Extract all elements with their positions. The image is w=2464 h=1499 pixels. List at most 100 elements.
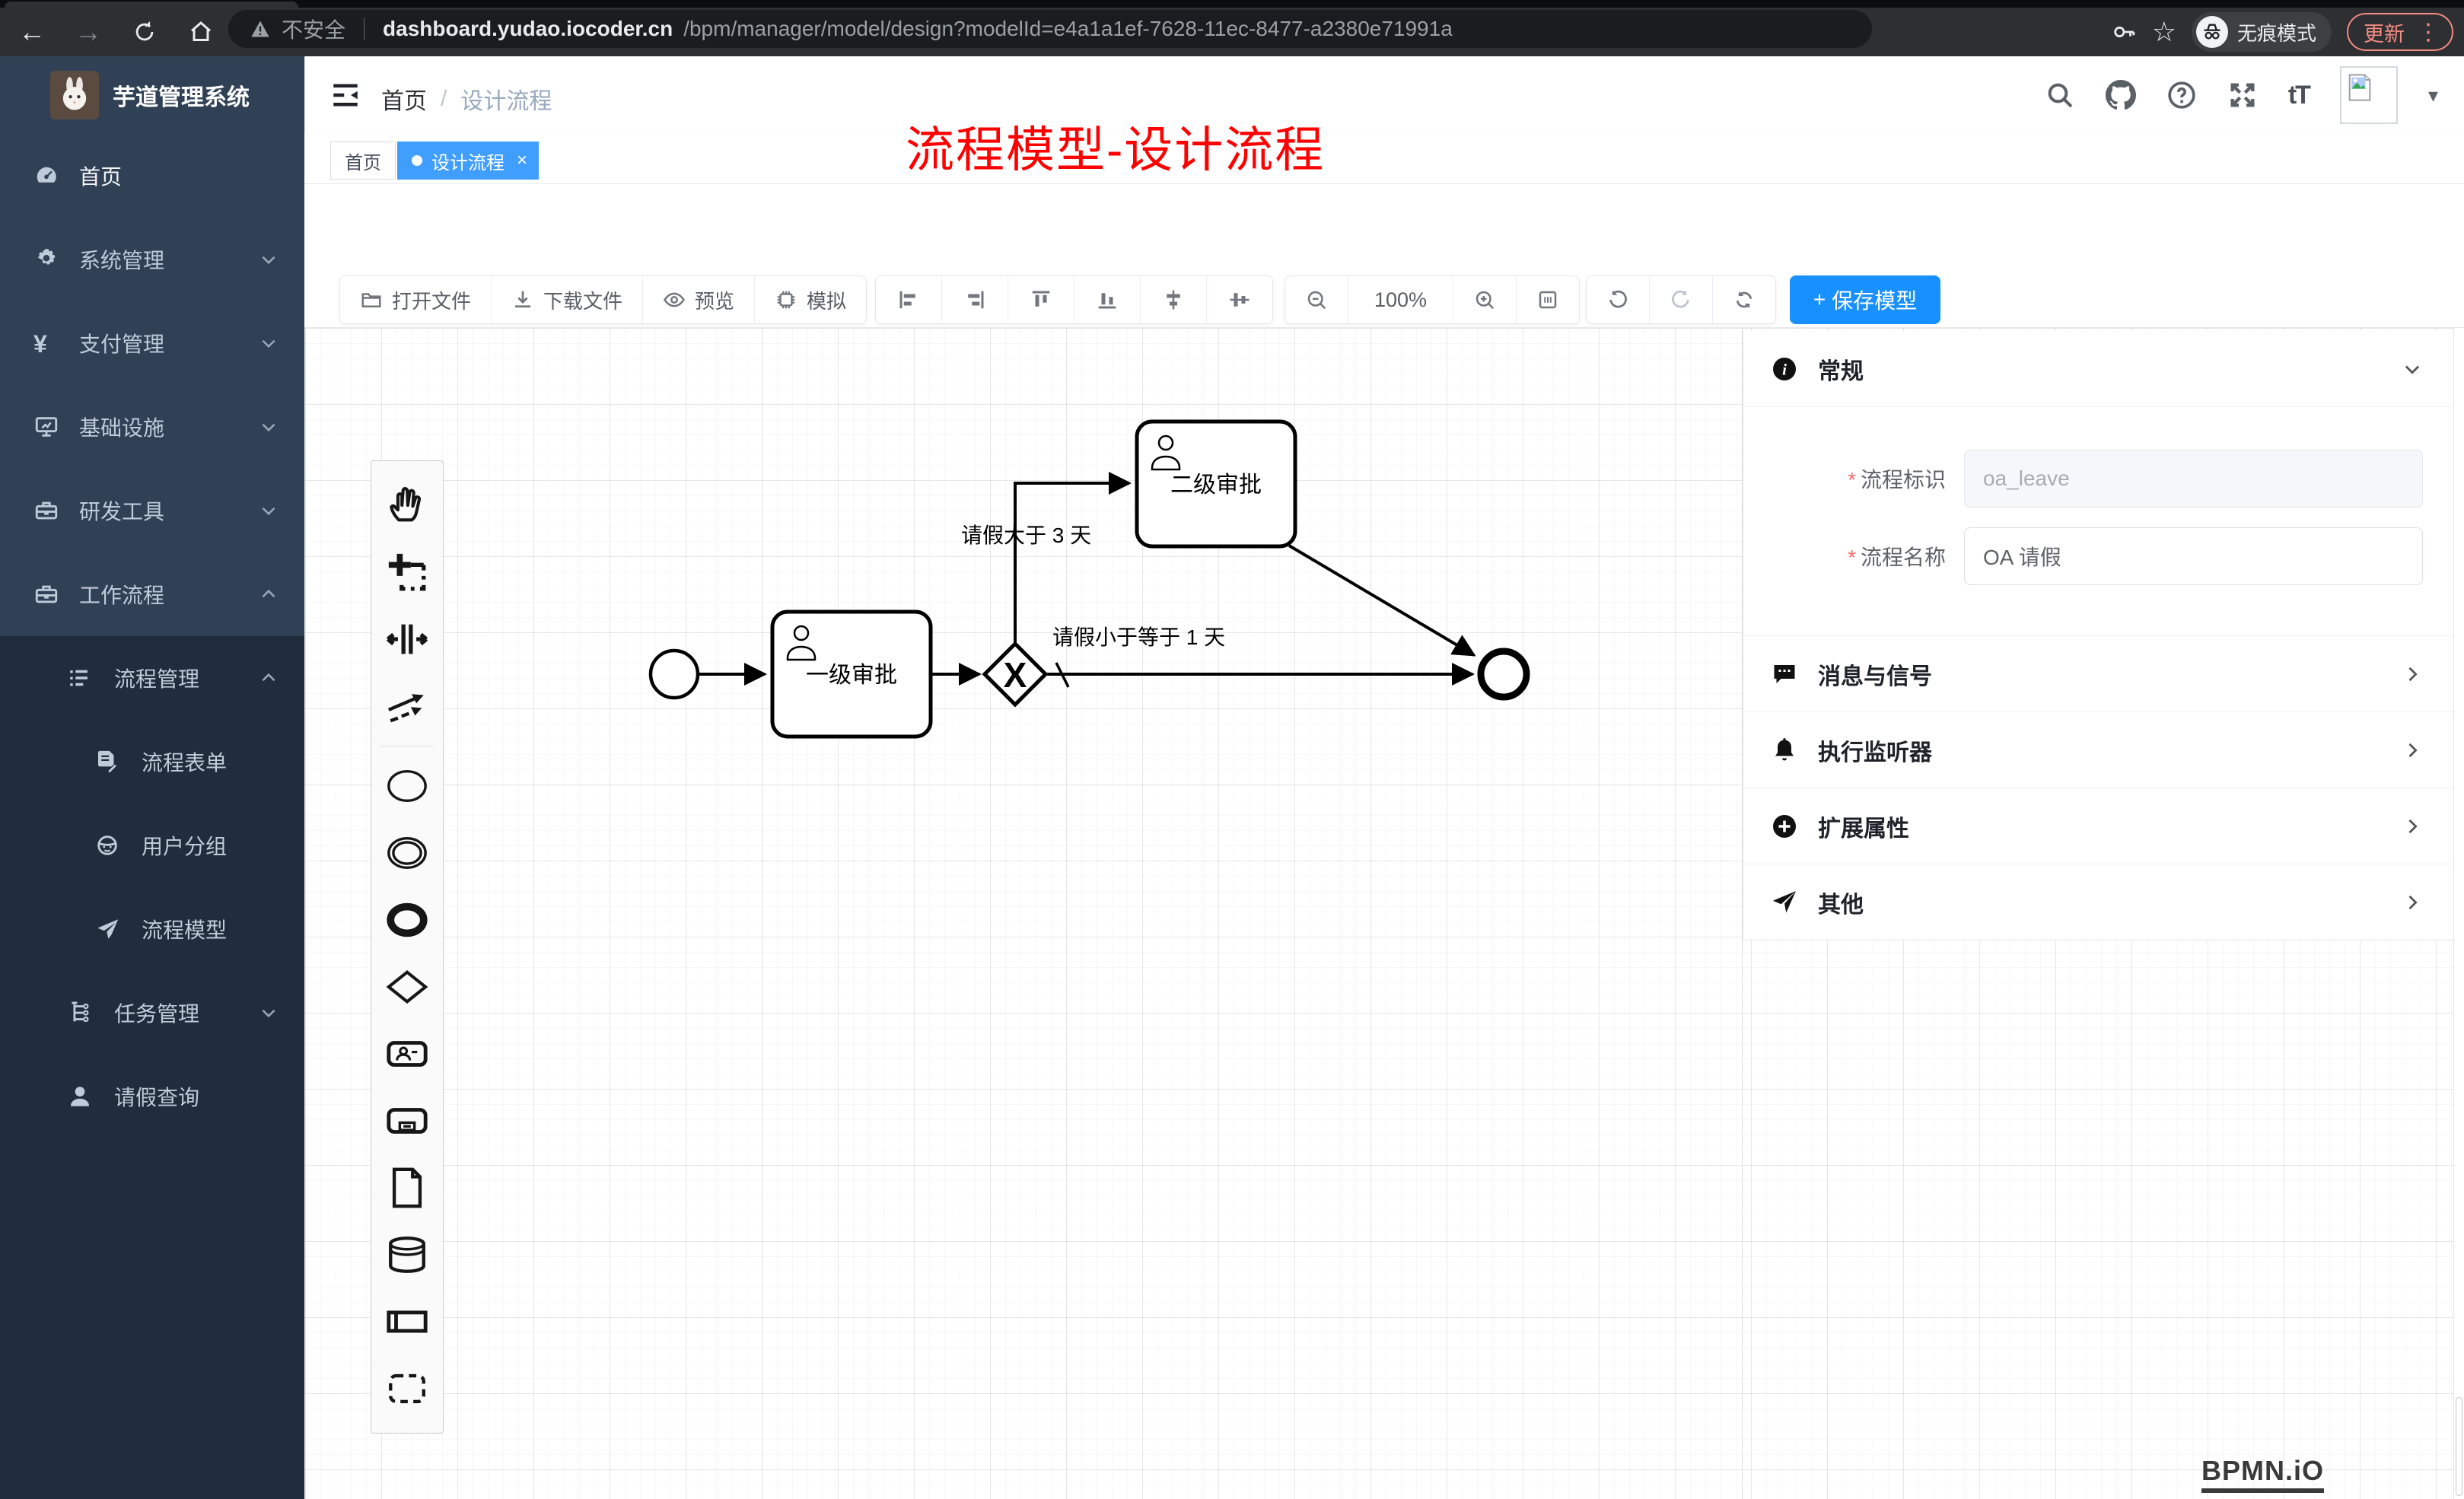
flow-label-le1[interactable]: 请假小于等于 1 天	[1052, 625, 1225, 649]
caret-down-icon[interactable]: ▾	[2428, 84, 2438, 107]
browser-tab[interactable]	[5, 2, 298, 8]
zoom-level[interactable]: 100%	[1348, 276, 1453, 323]
bpmn-canvas[interactable]: 一级审批 X 二级审批 请假大于 3 天 请假小于等于 1 天	[304, 327, 2464, 1499]
password-key-icon[interactable]	[2111, 19, 2137, 45]
gear-icon	[33, 247, 59, 272]
create-group[interactable]	[371, 1355, 443, 1422]
avatar[interactable]	[2340, 66, 2398, 124]
end-event[interactable]	[1481, 651, 1526, 697]
create-participant[interactable]	[371, 1288, 443, 1355]
create-start-event[interactable]	[371, 753, 443, 820]
flow-gateway-to-task2[interactable]	[1015, 483, 1129, 642]
back-icon[interactable]: ←	[14, 14, 50, 50]
breadcrumb-home[interactable]: 首页	[381, 82, 427, 116]
global-connect-tool[interactable]	[371, 673, 443, 740]
start-event[interactable]	[651, 651, 698, 698]
align-top-button[interactable]	[1008, 276, 1074, 323]
section-message-signal[interactable]: 消息与信号	[1743, 636, 2453, 712]
sidebar-item-task-management[interactable]: 任务管理	[0, 971, 304, 1055]
align-horizontal-center-button[interactable]	[1207, 276, 1272, 323]
font-size-icon[interactable]: tT	[2288, 81, 2310, 110]
properties-panel: 常规 *流程标识 *流程名称 消息与信号 执行监听器	[1743, 331, 2453, 940]
section-other[interactable]: 其他	[1743, 864, 2453, 940]
section-execution-listener[interactable]: 执行监听器	[1743, 712, 2453, 788]
open-file-button[interactable]: 打开文件	[340, 276, 492, 323]
scrollbar-thumb[interactable]	[2456, 1397, 2462, 1496]
task-second-approval[interactable]: 二级审批	[1137, 422, 1295, 546]
send-icon	[1771, 889, 1798, 916]
chevron-up-icon	[259, 668, 279, 688]
sidebar-item-leave-query[interactable]: 请假查询	[0, 1055, 304, 1138]
zoom-in-button[interactable]	[1453, 276, 1517, 323]
preview-button[interactable]: 预览	[643, 276, 755, 323]
list-icon	[67, 665, 93, 691]
create-end-event[interactable]	[371, 886, 443, 953]
fullscreen-icon[interactable]	[2227, 80, 2258, 110]
create-data-object[interactable]	[371, 1154, 443, 1221]
align-right-button[interactable]	[942, 276, 1008, 323]
close-icon[interactable]: ×	[517, 150, 527, 171]
process-key-label: *流程标识	[1743, 463, 1964, 494]
search-icon[interactable]	[2045, 80, 2075, 110]
undo-icon	[1606, 288, 1629, 311]
process-name-input[interactable]	[1964, 527, 2423, 585]
canvas-scrollbar[interactable]	[2453, 328, 2464, 1499]
create-data-store[interactable]	[371, 1221, 443, 1288]
incognito-badge: 无痕模式	[2192, 12, 2332, 52]
process-key-input[interactable]	[1964, 450, 2423, 508]
task-first-approval[interactable]: 一级审批	[772, 612, 931, 737]
sidebar-item-home[interactable]: 首页	[0, 134, 304, 218]
chip-icon	[775, 288, 797, 311]
create-subprocess[interactable]	[371, 1087, 443, 1154]
flow-label-gt3[interactable]: 请假大于 3 天	[961, 524, 1091, 547]
lasso-tool[interactable]	[371, 539, 443, 606]
bpmn-io-logo[interactable]: BPMN.iO	[2201, 1455, 2324, 1493]
github-icon[interactable]	[2106, 80, 2136, 110]
download-file-button[interactable]: 下载文件	[492, 276, 643, 323]
section-extended-attributes[interactable]: 扩展属性	[1743, 788, 2453, 864]
sidebar-item-payment[interactable]: ¥ 支付管理	[0, 301, 304, 385]
url-bar[interactable]: 不安全 dashboard.yudao.iocoder.cn/bpm/manag…	[228, 10, 1872, 48]
zoom-out-button[interactable]	[1285, 276, 1348, 323]
browser-update-button[interactable]: 更新 ⋮	[2347, 13, 2453, 51]
sidebar-item-dev-tools[interactable]: 研发工具	[0, 469, 304, 552]
help-icon[interactable]	[2166, 80, 2197, 110]
sidebar-fold-icon[interactable]	[329, 79, 361, 111]
zoom-reset-button[interactable]	[1517, 276, 1579, 323]
sidebar-item-process-management[interactable]: 流程管理	[0, 636, 304, 720]
undo-button[interactable]	[1587, 276, 1650, 323]
sidebar-item-process-form[interactable]: 流程表单	[0, 720, 304, 804]
create-user-task[interactable]	[371, 1020, 443, 1087]
sidebar-item-user-group[interactable]: 用户分组	[0, 804, 304, 887]
sidebar-item-infrastructure[interactable]: 基础设施	[0, 385, 304, 469]
section-general[interactable]: 常规	[1743, 331, 2453, 407]
create-intermediate-event[interactable]	[371, 820, 443, 886]
exclusive-gateway[interactable]: X	[985, 644, 1046, 705]
align-vertical-center-button[interactable]	[1141, 276, 1207, 323]
sidebar-item-workflow[interactable]: 工作流程	[0, 552, 304, 636]
app-logo-row[interactable]: 芋道管理系统	[0, 56, 304, 134]
tab-design-process[interactable]: 设计流程 ×	[397, 142, 539, 180]
create-gateway[interactable]	[371, 953, 443, 1020]
sidebar-item-process-model[interactable]: 流程模型	[0, 887, 304, 971]
redo-button[interactable]	[1650, 276, 1713, 323]
simulate-button[interactable]: 模拟	[755, 276, 866, 323]
align-left-button[interactable]	[876, 276, 942, 323]
forward-icon[interactable]: →	[70, 14, 107, 50]
restart-button[interactable]	[1713, 276, 1775, 323]
save-model-button[interactable]: + 保存模型	[1790, 275, 1940, 324]
url-divider	[364, 18, 365, 40]
reload-icon[interactable]	[126, 14, 163, 50]
space-tool[interactable]	[371, 606, 443, 673]
sidebar-item-system[interactable]: 系统管理	[0, 218, 304, 301]
home-icon[interactable]	[183, 14, 219, 50]
flow-task2-to-end[interactable]	[1289, 546, 1474, 655]
chevron-down-icon	[259, 501, 279, 520]
tab-home[interactable]: 首页	[330, 142, 396, 180]
bookmark-star-icon[interactable]: ☆	[2152, 16, 2176, 48]
hand-tool[interactable]	[371, 472, 443, 539]
message-icon	[1771, 660, 1798, 688]
align-bottom-button[interactable]	[1074, 276, 1141, 323]
tags-view-bar: 首页 设计流程 ×	[304, 134, 2464, 184]
browser-menu-icon[interactable]: ⋮	[2417, 19, 2440, 46]
